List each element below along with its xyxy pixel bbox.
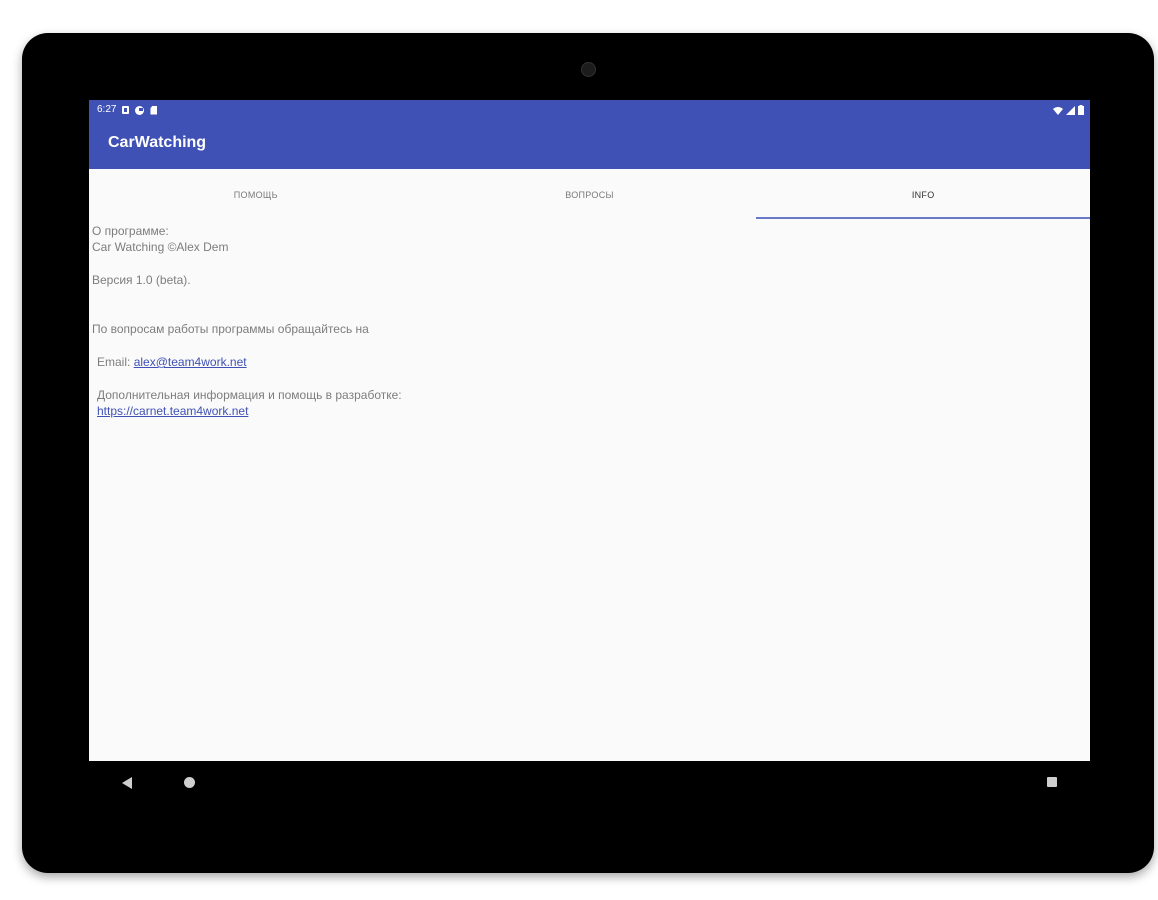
contact-text: По вопросам работы программы обращайтесь… [92,322,369,336]
email-line: Email: alex@team4work.net [92,354,402,370]
navigation-bar [22,763,1154,803]
status-left: 6:27 [97,100,158,120]
app-toolbar: CarWatching [89,120,1090,169]
app-title: CarWatching [108,134,207,151]
tab-info[interactable]: INFO [756,169,1090,219]
website-link[interactable]: https://carnet.team4work.net [97,404,248,418]
status-time: 6:27 [97,104,117,115]
status-bar: 6:27 [89,100,1090,120]
home-icon[interactable] [184,777,195,788]
about-label: О программе: [92,224,169,238]
email-label: Email: [97,355,131,369]
tablet-device: 6:27 CarWatching ПОМОЩЬ ВОПРОСЫ INFO О п… [22,33,1154,873]
version-text: Версия 1.0 (beta). [92,273,191,287]
app-name-text: Car Watching ©Alex Dem [92,240,229,254]
wifi-icon [1053,106,1063,115]
app-screen: 6:27 CarWatching ПОМОЩЬ ВОПРОСЫ INFO О п… [89,100,1090,761]
extra-info-text: Дополнительная информация и помощь в раз… [97,388,402,402]
battery-icon [1078,105,1084,115]
status-right [1053,100,1084,120]
tab-questions[interactable]: ВОПРОСЫ [423,169,757,219]
sd-card-icon [150,105,158,115]
cellular-signal-icon [1066,105,1075,115]
tab-help[interactable]: ПОМОЩЬ [89,169,423,219]
tab-bar: ПОМОЩЬ ВОПРОСЫ INFO [89,169,1090,219]
back-icon[interactable] [122,777,132,789]
recents-icon[interactable] [1047,777,1057,787]
info-content: О программе: Car Watching ©Alex Dem Верс… [92,223,402,419]
front-camera [581,62,596,77]
notification-square-icon [122,106,130,114]
sync-circle-icon [135,105,145,115]
url-line: https://carnet.team4work.net [92,403,402,419]
email-link[interactable]: alex@team4work.net [134,355,247,369]
